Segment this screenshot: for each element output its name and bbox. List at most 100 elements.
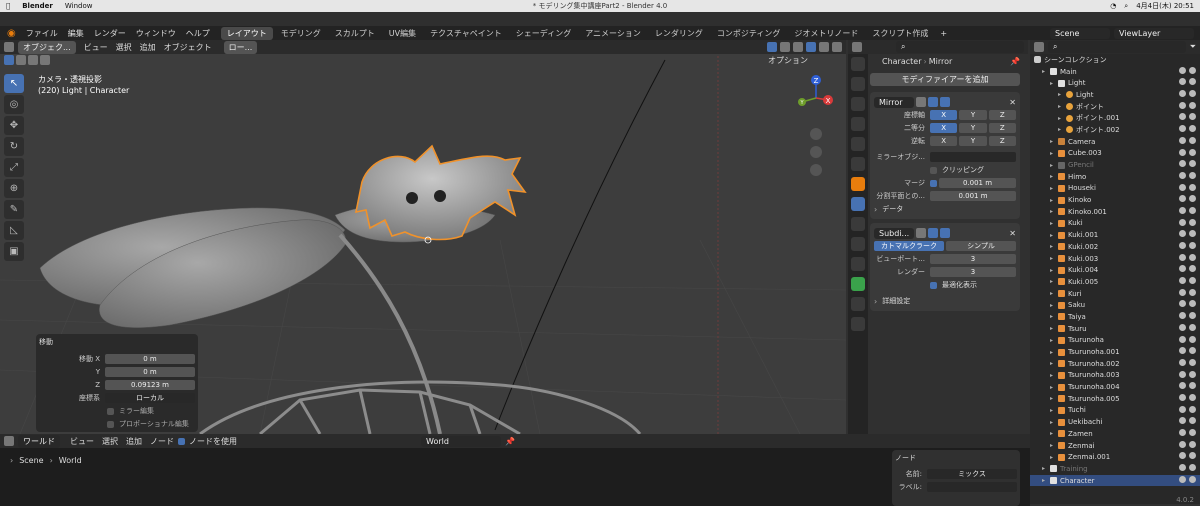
outliner-row[interactable]: ▸ Light [1030,89,1200,101]
eye-icon[interactable] [1179,160,1186,168]
expand-icon[interactable]: ▸ [1050,290,1058,297]
eye-icon[interactable] [1179,277,1186,285]
topbar-menu-3[interactable]: ウィンドウ [131,29,181,38]
expand-icon[interactable]: ▸ [1050,162,1058,169]
subdiv-editmode-icon[interactable] [916,228,926,238]
expand-icon[interactable]: ▸ [1050,325,1058,332]
expand-icon[interactable]: ▸ [1050,185,1058,192]
expand-icon[interactable]: ▸ [1050,267,1058,274]
operator-title[interactable]: 移動 [39,337,195,347]
camera-render-icon[interactable] [1189,195,1196,203]
expand-icon[interactable]: ▸ [1050,220,1058,227]
expand-icon[interactable]: ▸ [1050,173,1058,180]
subdiv-render-icon[interactable] [940,228,950,238]
material-tab-icon[interactable] [851,297,865,311]
outliner-search[interactable]: ⌕ [1048,41,1186,53]
camera-render-icon[interactable] [1189,312,1196,320]
levels-viewport-field[interactable]: 3 [930,254,1016,264]
camera-render-icon[interactable] [1189,358,1196,366]
workspace-tab-7[interactable]: レンダリング [649,27,709,40]
camera-render-icon[interactable] [1189,136,1196,144]
properties-search[interactable]: ⌕ [896,41,1024,53]
camera-render-icon[interactable] [1189,125,1196,133]
outliner-row[interactable]: ▸ Kuki.001 [1030,229,1200,241]
viewport-menu-0[interactable]: ビュー [84,42,108,53]
editor-type-icon[interactable] [4,42,14,52]
outliner-row[interactable]: ▸ Tsurunoha.005 [1030,393,1200,405]
merge-field[interactable]: 0.001 m [939,178,1016,188]
node-menu-2[interactable]: 追加 [126,436,142,447]
eye-icon[interactable] [1179,417,1186,425]
camera-render-icon[interactable] [1189,440,1196,448]
xray-icon[interactable] [780,42,790,52]
expand-icon[interactable]: ▸ [1050,395,1058,402]
workspace-tab-5[interactable]: シェーディング [510,27,577,40]
expand-icon[interactable]: ▸ [1050,337,1058,344]
object-tab-icon[interactable] [851,177,865,191]
camera-render-icon[interactable] [1189,101,1196,109]
view-layer-tab-icon[interactable] [851,117,865,131]
eye-icon[interactable] [1179,475,1186,483]
annotate-tool-icon[interactable]: ✎ [4,200,24,219]
orientation-selector[interactable]: ロー... [223,40,258,54]
outliner-row[interactable]: ▸ Tsurunoha [1030,335,1200,347]
workspace-tab-3[interactable]: UV編集 [383,27,422,40]
camera-render-icon[interactable] [1189,475,1196,483]
expand-icon[interactable]: ▸ [1050,138,1058,145]
expand-icon[interactable]: ▸ [1050,349,1058,356]
texture-tab-icon[interactable] [851,317,865,331]
outliner-row[interactable]: ▸ ポイント.001 [1030,112,1200,124]
outliner-row[interactable]: ▸ Main [1030,66,1200,78]
workspace-tab-4[interactable]: テクスチャペイント [424,27,508,40]
editmode-icon[interactable] [916,97,926,107]
eye-icon[interactable] [1179,393,1186,401]
outliner-row[interactable]: ▸ Kuki.003 [1030,253,1200,265]
simple-toggle[interactable]: シンプル [946,241,1016,251]
workspace-tab-10[interactable]: スクリプト作成 [866,27,934,40]
coord-select[interactable]: ローカル [105,393,195,403]
eye-icon[interactable] [1179,218,1186,226]
bisect-distance-field[interactable]: 0.001 m [930,191,1016,201]
outliner-row[interactable]: ▸ Uekibachi [1030,416,1200,428]
expand-icon[interactable]: ▸ [1050,454,1058,461]
modifier-tab-icon[interactable] [851,197,865,211]
topbar-menu-1[interactable]: 編集 [63,29,89,38]
expand-icon[interactable]: ▸ [1050,360,1058,367]
eye-icon[interactable] [1179,382,1186,390]
mirror-name-field[interactable]: Mirror [874,96,914,108]
axis-y-toggle[interactable]: Y [959,110,987,120]
mode-selector[interactable]: オブジェク... [18,40,76,54]
outliner-row[interactable]: ▸ Kuki.002 [1030,241,1200,253]
viewport-menu-3[interactable]: オブジェクト [164,42,212,53]
eye-icon[interactable] [1179,312,1186,320]
shading-solid-icon[interactable] [806,42,816,52]
camera-render-icon[interactable] [1189,323,1196,331]
app-menu[interactable]: Blender [22,2,53,10]
move-y-field[interactable]: 0 m [105,367,195,377]
expand-icon[interactable]: ▸ [1042,477,1050,484]
outliner-row[interactable]: ▸ Tsurunoha.002 [1030,358,1200,370]
outliner-row[interactable]: ▸ Kuki [1030,218,1200,230]
eye-icon[interactable] [1179,265,1186,273]
outliner-row[interactable]: ▸ Tsurunoha.004 [1030,381,1200,393]
mirror-object-field[interactable] [930,152,1016,162]
eye-icon[interactable] [1179,90,1186,98]
particles-tab-icon[interactable] [851,217,865,231]
eye-icon[interactable] [1179,440,1186,448]
move-z-field[interactable]: 0.09123 m [105,380,195,390]
scene-collection-row[interactable]: シーンコレクション [1030,54,1200,66]
move-x-field[interactable]: 0 m [105,354,195,364]
eye-icon[interactable] [1179,242,1186,249]
expand-icon[interactable]: ▸ [1050,407,1058,414]
scale-tool-icon[interactable]: ⤢ [4,158,24,177]
workspace-tab-0[interactable]: レイアウト [220,26,273,40]
workspace-tab-6[interactable]: アニメーション [579,27,647,40]
world-selector[interactable]: World [421,435,501,447]
select-box-icon[interactable] [4,55,14,65]
axis-z-toggle[interactable]: Z [988,110,1016,120]
bisect-x-toggle[interactable]: X [930,123,958,133]
eye-icon[interactable] [1179,323,1186,331]
camera-render-icon[interactable] [1189,171,1196,179]
eye-icon[interactable] [1179,78,1186,86]
expand-icon[interactable]: ▸ [1042,465,1050,472]
